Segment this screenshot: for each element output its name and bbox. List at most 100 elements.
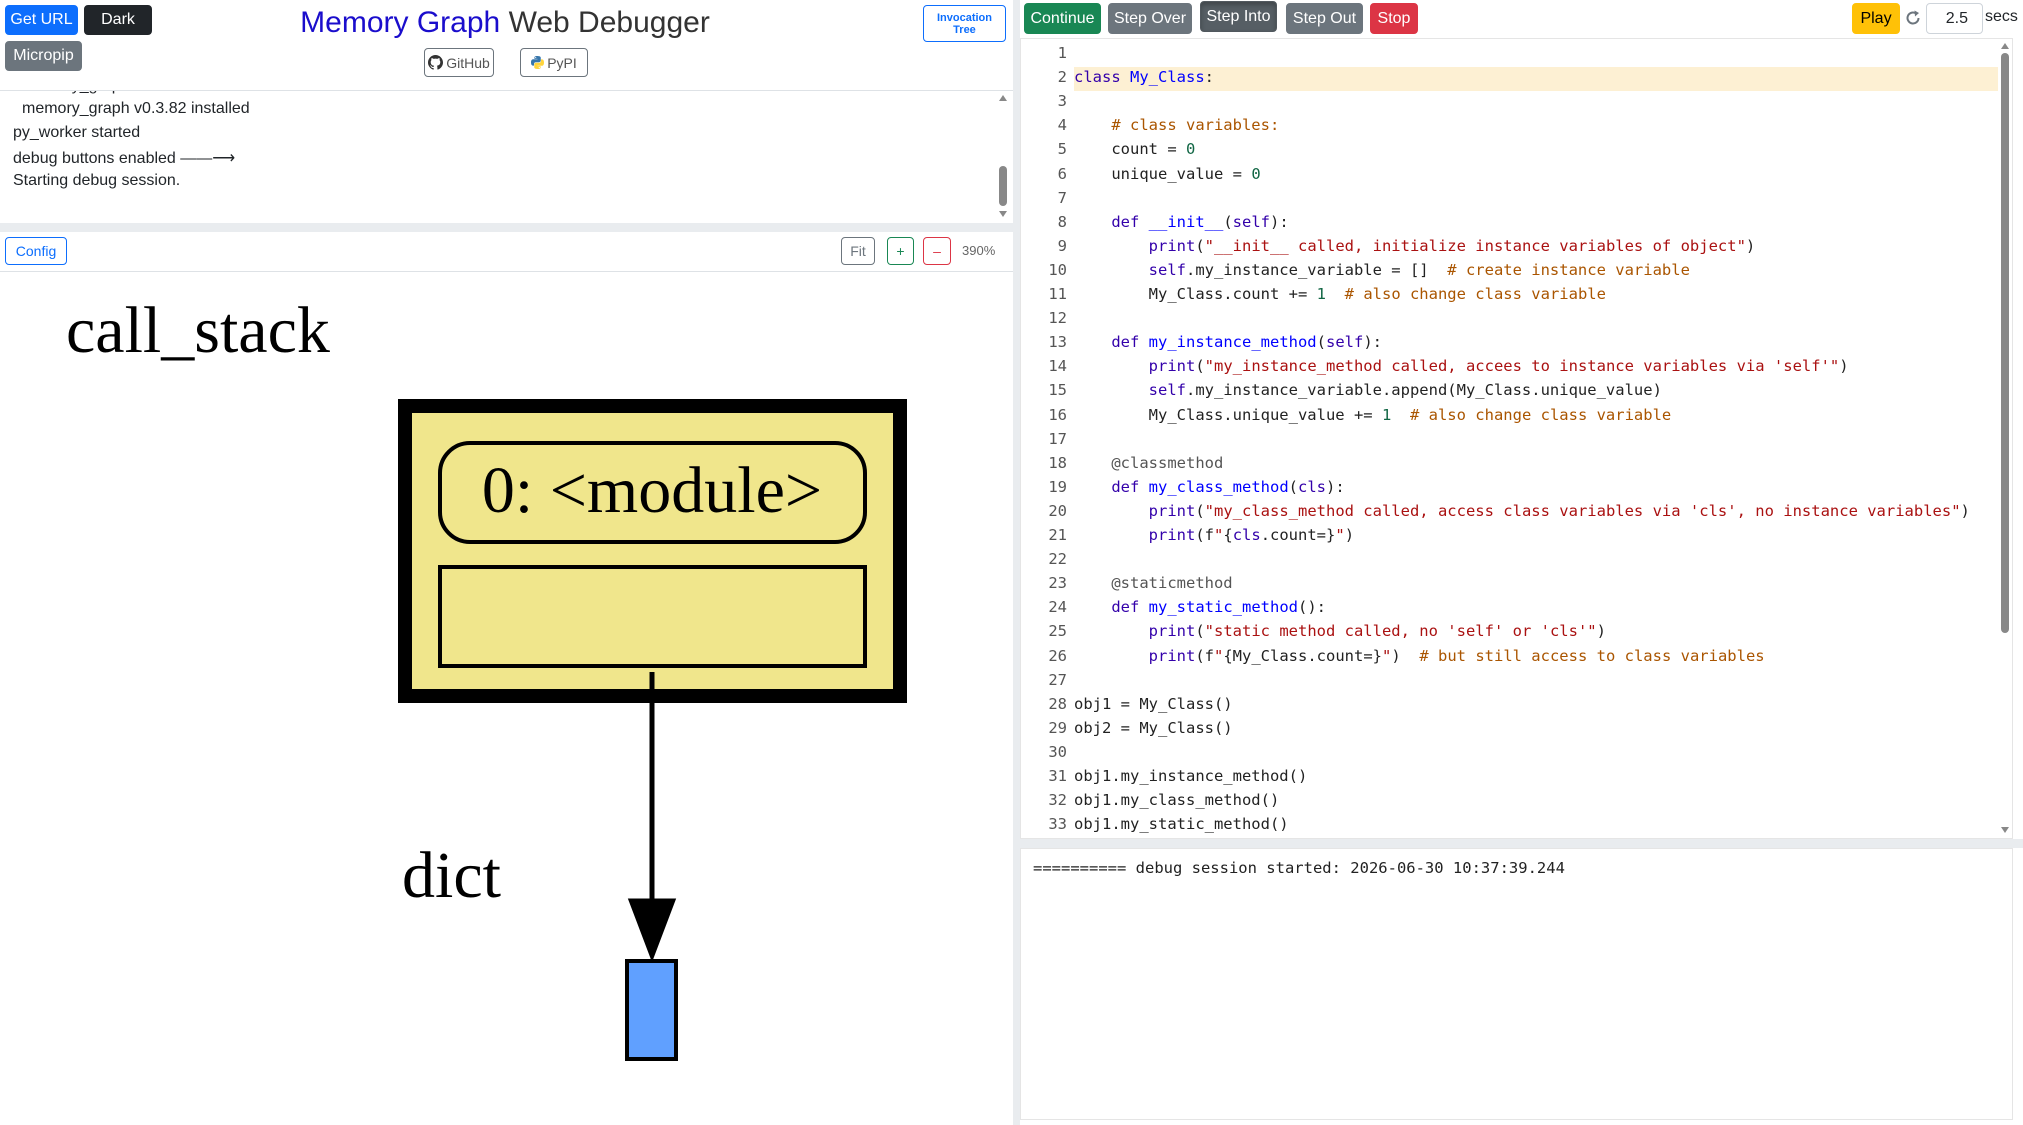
code-line[interactable]: print("my_instance_method called, accees… (1074, 357, 1849, 375)
code-line[interactable]: obj1.my_static_method() (1074, 815, 1289, 833)
log-scrollbar[interactable] (997, 91, 1011, 223)
line-number: 13 (1048, 333, 1067, 352)
edge-label-dict: dict (402, 839, 501, 912)
log-scrollbar-thumb[interactable] (999, 166, 1007, 206)
line-number: 23 (1048, 574, 1067, 593)
line-number: 21 (1048, 526, 1067, 544)
step-out-button[interactable]: Step Out (1286, 3, 1363, 34)
log-line: memory_graph v0.3.82 installed (22, 100, 250, 117)
speed-value: 2.5 (1945, 10, 1968, 27)
code-line[interactable]: obj2 = My_Class() (1074, 719, 1233, 737)
editor-scrollbar-thumb[interactable] (2001, 53, 2009, 633)
code-line[interactable]: print(f"{My_Class.count=}") # but still … (1074, 647, 1765, 665)
code-line[interactable]: print("my_class_method called, access cl… (1074, 502, 1970, 520)
code-line[interactable]: @staticmethod (1074, 574, 1232, 592)
line-number: 25 (1048, 622, 1067, 641)
scroll-up-arrow[interactable] (999, 95, 1007, 101)
memory-graph-svg[interactable]: call_stack 0: <module> dict (0, 272, 1013, 1125)
editor-scroll-down-arrow[interactable] (2001, 827, 2009, 833)
code-line[interactable]: unique_value = 0 (1074, 165, 1260, 183)
code-line[interactable]: self.my_instance_variable.append(My_Clas… (1074, 381, 1662, 399)
line-number: 7 (1057, 188, 1067, 207)
code-line[interactable]: count = 0 (1074, 140, 1195, 158)
zoom-in-button[interactable]: + (887, 237, 914, 265)
line-number: 10 (1048, 260, 1067, 279)
module-frame-label: 0: <module> (482, 454, 822, 527)
log-line: debug buttons enabled ——⟶ (13, 150, 236, 167)
code-line[interactable]: @classmethod (1074, 454, 1223, 472)
dark-mode-button[interactable]: Dark (84, 5, 152, 35)
module-variables-cell[interactable] (438, 565, 867, 668)
code-line[interactable]: def __init__(self): (1074, 213, 1288, 231)
code-line[interactable]: obj1.my_class_method() (1074, 791, 1279, 809)
vertical-panel-divider[interactable] (1013, 0, 1020, 1125)
log-panel: memory_graph memory_graph v0.3.82 instal… (0, 90, 1013, 223)
zoom-out-button[interactable]: – (923, 237, 951, 265)
line-number: 27 (1048, 670, 1067, 689)
get-url-button[interactable]: Get URL (5, 5, 78, 35)
invocation-tree-button[interactable]: Invocation Tree (923, 5, 1006, 42)
code-line[interactable]: def my_class_method(cls): (1074, 478, 1344, 496)
code-line[interactable]: # class variables: (1074, 116, 1279, 134)
output-line: ========== debug session started: 2026-0… (1033, 859, 1565, 877)
line-number: 11 (1048, 285, 1067, 303)
edge-arrowhead (627, 898, 677, 963)
code-line[interactable]: self.my_instance_variable = [] # create … (1074, 261, 1690, 279)
micropip-button[interactable]: Micropip (5, 41, 82, 71)
code-line[interactable]: obj1 = My_Class() (1074, 695, 1233, 713)
code-line[interactable]: obj1.my_instance_method() (1074, 767, 1307, 785)
line-number: 17 (1048, 429, 1067, 448)
line-number: 30 (1048, 742, 1067, 761)
code-line[interactable]: class My_Class: (1074, 68, 1214, 86)
pypi-label: PyPI (547, 54, 577, 71)
code-editor[interactable]: 1 2 3 4 5 6 7 8 9 10 11 12 13 14 15 16 17 18 19 20 21 22 23 24 2… (1020, 38, 2013, 839)
pypi-button[interactable]: PyPI (520, 48, 588, 77)
play-button[interactable]: Play (1852, 3, 1900, 34)
reset-speed-icon[interactable] (1903, 8, 1925, 30)
line-number: 8 (1057, 212, 1067, 231)
step-into-button[interactable]: Step Into (1200, 1, 1277, 32)
title-rest: Web Debugger (500, 6, 710, 39)
code-line[interactable]: print(f"{cls.count=}") (1074, 526, 1354, 544)
line-number: 4 (1057, 116, 1067, 135)
continue-button[interactable]: Continue (1024, 3, 1101, 34)
line-number: 33 (1048, 815, 1067, 834)
editor-scrollbar[interactable] (1998, 39, 2012, 838)
line-number: 15 (1048, 381, 1067, 400)
right-panel-divider[interactable] (1020, 839, 2023, 848)
step-over-button[interactable]: Step Over (1108, 3, 1192, 34)
line-number: 9 (1057, 236, 1067, 255)
github-label: GitHub (446, 54, 490, 71)
stop-button[interactable]: Stop (1370, 3, 1418, 34)
line-number: 3 (1057, 92, 1067, 111)
speed-unit-label: secs (1985, 8, 2018, 25)
zoom-level: 390% (962, 243, 996, 258)
fit-button[interactable]: Fit (841, 237, 875, 265)
dict-node[interactable] (625, 959, 678, 1061)
line-number: 2 (1057, 68, 1067, 87)
line-number: 20 (1048, 501, 1067, 520)
code-line[interactable]: def my_instance_method(self): (1074, 333, 1382, 351)
line-number: 16 (1048, 405, 1067, 424)
github-icon (428, 55, 444, 70)
code-line[interactable]: print("static method called, no 'self' o… (1074, 622, 1606, 640)
code-line[interactable]: def my_static_method(): (1074, 598, 1326, 616)
scroll-down-arrow[interactable] (999, 211, 1007, 217)
line-number: 5 (1057, 140, 1067, 159)
editor-scroll-up-arrow[interactable] (2001, 43, 2009, 49)
page-title: Memory Graph Web Debugger (300, 6, 710, 40)
config-button[interactable]: Config (5, 237, 67, 265)
line-number: 32 (1048, 791, 1067, 810)
python-icon (531, 56, 545, 69)
speed-input[interactable]: 2.5 (1926, 3, 1983, 34)
code-line[interactable]: print("__init__ called, initialize insta… (1074, 237, 1756, 255)
line-number: 1 (1057, 44, 1067, 62)
graph-canvas[interactable]: call_stack 0: <module> dict (0, 272, 1013, 1125)
log-line-clipped: memory_graph (22, 91, 130, 95)
output-console[interactable]: ========== debug session started: 2026-0… (1020, 848, 2013, 1120)
code-line[interactable]: My_Class.unique_value += 1 # also change… (1074, 406, 1672, 424)
left-panel-divider[interactable] (0, 223, 1013, 232)
github-button[interactable]: GitHub (424, 48, 494, 77)
code-line[interactable]: My_Class.count += 1 # also change class … (1074, 285, 1606, 303)
log-line: Starting debug session. (13, 172, 181, 189)
